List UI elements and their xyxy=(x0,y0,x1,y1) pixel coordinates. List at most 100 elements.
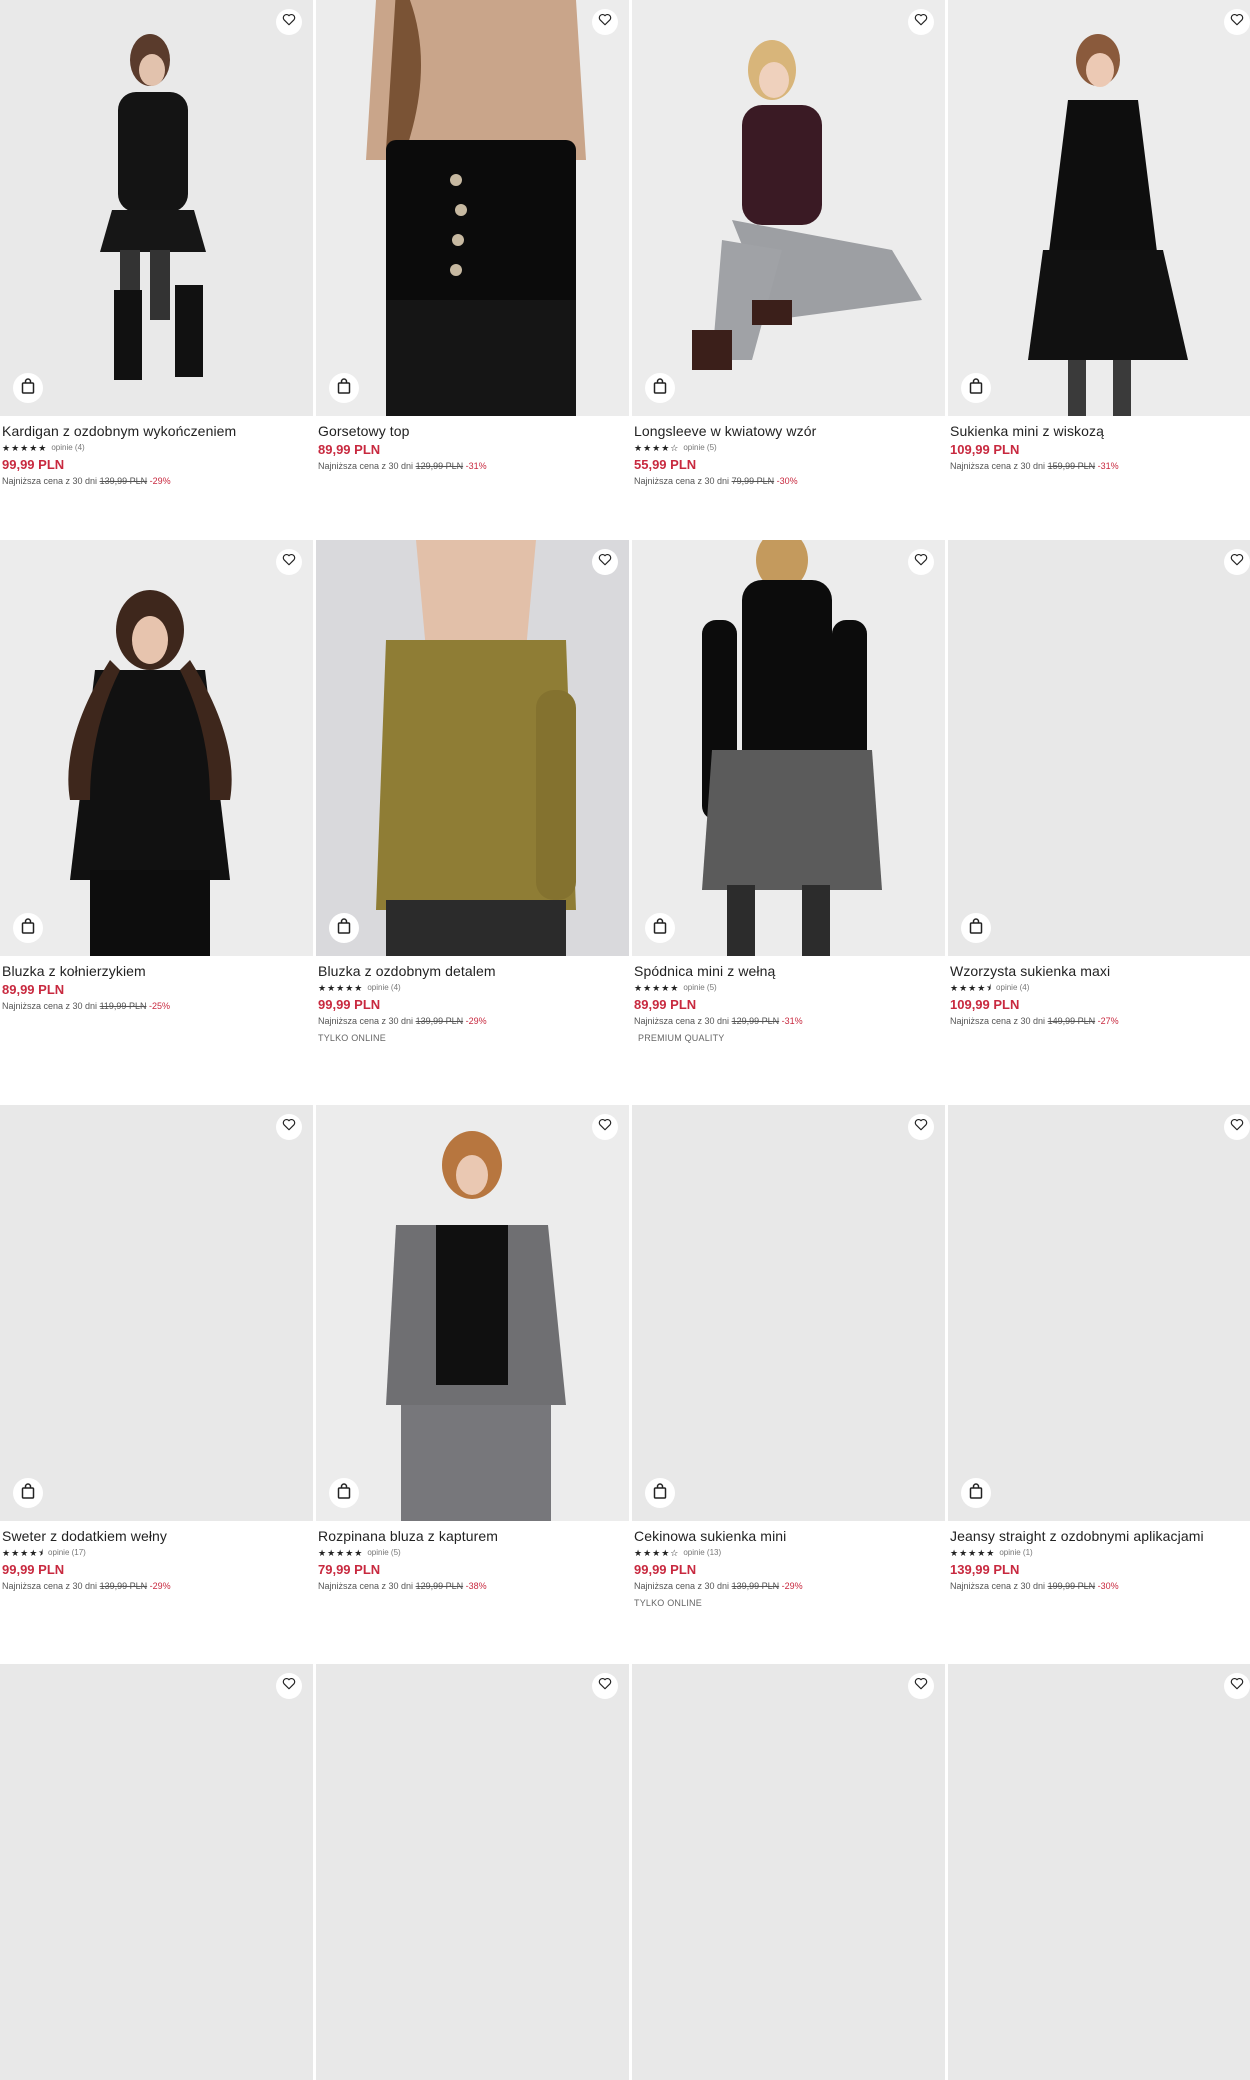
product-name[interactable]: Bluzka z ozdobnym detalem xyxy=(318,962,627,980)
product-image[interactable] xyxy=(948,540,1250,956)
add-to-bag-button[interactable] xyxy=(13,373,43,403)
heart-icon xyxy=(598,1677,612,1695)
product-photo xyxy=(948,0,1250,416)
product-name[interactable]: Rozpinana bluza z kapturem xyxy=(318,1527,627,1545)
discount-badge: -30% xyxy=(1097,1581,1119,1591)
product-name[interactable]: Sukienka mini z wiskozą xyxy=(950,422,1250,440)
add-to-bag-button[interactable] xyxy=(645,1478,675,1508)
product-card[interactable] xyxy=(948,1664,1250,2080)
add-to-bag-button[interactable] xyxy=(961,1478,991,1508)
product-name[interactable]: Longsleeve w kwiatowy wzór xyxy=(634,422,943,440)
product-card[interactable]: Sweter z dodatkiem wełny ★★★★⯨ opinie (17)… xyxy=(0,1105,313,1593)
product-card[interactable]: Wzorzysta sukienka maxi ★★★★⯨ opinie (4) 10… xyxy=(948,540,1250,1028)
product-name[interactable]: Kardigan z ozdobnym wykończeniem xyxy=(2,422,311,440)
product-card[interactable]: Spódnica mini z wełną ★★★★★ opinie (5) 89,9… xyxy=(632,540,945,1045)
rating-stars: ★★★★★ xyxy=(2,443,48,453)
product-image[interactable] xyxy=(0,540,313,956)
product-rating[interactable]: ★★★★★ opinie (1) xyxy=(950,1546,1250,1560)
add-to-bag-button[interactable] xyxy=(645,373,675,403)
product-card[interactable] xyxy=(632,1664,945,2080)
product-rating[interactable]: ★★★★★ opinie (4) xyxy=(2,441,311,455)
product-image[interactable] xyxy=(0,1105,313,1521)
favorite-button[interactable] xyxy=(592,549,618,575)
add-to-bag-button[interactable] xyxy=(13,1478,43,1508)
lowest-price-label: Najniższa cena z 30 dni xyxy=(318,1581,414,1591)
bag-icon xyxy=(969,917,983,939)
product-card[interactable]: Kardigan z ozdobnym wykończeniem ★★★★★ opi… xyxy=(0,0,313,488)
product-rating[interactable]: ★★★★⯨ opinie (4) xyxy=(950,981,1250,995)
product-card[interactable]: Jeansy straight z ozdobnymi aplikacjami ★… xyxy=(948,1105,1250,1593)
product-photo xyxy=(316,1105,629,1521)
product-rating[interactable]: ★★★★★ opinie (4) xyxy=(318,981,627,995)
favorite-button[interactable] xyxy=(592,9,618,35)
product-rating[interactable]: ★★★★★ opinie (5) xyxy=(634,981,943,995)
product-info: Bluzka z ozdobnym detalem ★★★★★ opinie (4)… xyxy=(316,956,629,1045)
rating-stars: ★★★★★ xyxy=(634,983,680,993)
product-image[interactable] xyxy=(948,1105,1250,1521)
review-count: opinie (4) xyxy=(367,983,401,992)
favorite-button[interactable] xyxy=(592,1114,618,1140)
product-image[interactable] xyxy=(316,540,629,956)
product-image[interactable] xyxy=(632,540,945,956)
product-grid: Kardigan z ozdobnym wykończeniem ★★★★★ opi… xyxy=(0,0,1250,2080)
product-rating[interactable]: ★★★★⯨ opinie (17) xyxy=(2,1546,311,1560)
favorite-button[interactable] xyxy=(276,549,302,575)
product-card[interactable]: Gorsetowy top 89,99 PLN Najniższa cena z 3… xyxy=(316,0,629,473)
add-to-bag-button[interactable] xyxy=(329,373,359,403)
product-image[interactable] xyxy=(948,0,1250,416)
product-name[interactable]: Spódnica mini z wełną xyxy=(634,962,943,980)
favorite-button[interactable] xyxy=(592,1673,618,1699)
discount-badge: -30% xyxy=(776,476,798,486)
product-card[interactable]: Longsleeve w kwiatowy wzór ★★★★☆ opinie (5… xyxy=(632,0,945,488)
favorite-button[interactable] xyxy=(1224,1114,1250,1140)
favorite-button[interactable] xyxy=(276,1673,302,1699)
product-image[interactable] xyxy=(632,0,945,416)
product-name[interactable]: Cekinowa sukienka mini xyxy=(634,1527,943,1545)
product-rating[interactable]: ★★★★☆ opinie (5) xyxy=(634,441,943,455)
product-name[interactable]: Gorsetowy top xyxy=(318,422,627,440)
product-card[interactable]: Rozpinana bluza z kapturem ★★★★★ opinie (5… xyxy=(316,1105,629,1593)
product-price: 109,99 PLN xyxy=(950,442,1020,457)
favorite-button[interactable] xyxy=(908,9,934,35)
favorite-button[interactable] xyxy=(1224,549,1250,575)
add-to-bag-button[interactable] xyxy=(13,913,43,943)
lowest-price-info: Najniższa cena z 30 dni 129,99 PLN -31% xyxy=(318,459,627,473)
product-rating[interactable]: ★★★★★ opinie (5) xyxy=(318,1546,627,1560)
add-to-bag-button[interactable] xyxy=(329,913,359,943)
product-card[interactable] xyxy=(0,1664,313,2080)
product-image[interactable] xyxy=(316,1105,629,1521)
product-card[interactable]: Bluzka z ozdobnym detalem ★★★★★ opinie (4)… xyxy=(316,540,629,1045)
product-card[interactable] xyxy=(316,1664,629,2080)
favorite-button[interactable] xyxy=(908,1673,934,1699)
product-image[interactable] xyxy=(0,1664,313,2080)
product-image[interactable] xyxy=(0,0,313,416)
product-price: 89,99 PLN xyxy=(634,997,697,1012)
add-to-bag-button[interactable] xyxy=(329,1478,359,1508)
product-info: Cekinowa sukienka mini ★★★★☆ opinie (13) 99… xyxy=(632,1521,945,1610)
product-image[interactable] xyxy=(632,1664,945,2080)
product-card[interactable]: Cekinowa sukienka mini ★★★★☆ opinie (13) 99… xyxy=(632,1105,945,1610)
favorite-button[interactable] xyxy=(1224,1673,1250,1699)
add-to-bag-button[interactable] xyxy=(961,913,991,943)
favorite-button[interactable] xyxy=(276,9,302,35)
heart-icon xyxy=(598,553,612,571)
product-rating[interactable]: ★★★★☆ opinie (13) xyxy=(634,1546,943,1560)
product-image[interactable] xyxy=(316,0,629,416)
favorite-button[interactable] xyxy=(1224,9,1250,35)
favorite-button[interactable] xyxy=(908,1114,934,1140)
product-name[interactable]: Bluzka z kołnierzykiem xyxy=(2,962,311,980)
product-image[interactable] xyxy=(632,1105,945,1521)
product-image[interactable] xyxy=(948,1664,1250,2080)
add-to-bag-button[interactable] xyxy=(645,913,675,943)
product-name[interactable]: Wzorzysta sukienka maxi xyxy=(950,962,1250,980)
bag-icon xyxy=(21,917,35,939)
product-image[interactable] xyxy=(316,1664,629,2080)
product-card[interactable]: Bluzka z kołnierzykiem 89,99 PLN Najniższa… xyxy=(0,540,313,1013)
product-name[interactable]: Sweter z dodatkiem wełny xyxy=(2,1527,311,1545)
product-card[interactable]: Sukienka mini z wiskozą 109,99 PLN Najniżs… xyxy=(948,0,1250,473)
product-info: Wzorzysta sukienka maxi ★★★★⯨ opinie (4) 10… xyxy=(948,956,1250,1028)
favorite-button[interactable] xyxy=(276,1114,302,1140)
product-name[interactable]: Jeansy straight z ozdobnymi aplikacjami xyxy=(950,1527,1250,1545)
favorite-button[interactable] xyxy=(908,549,934,575)
add-to-bag-button[interactable] xyxy=(961,373,991,403)
